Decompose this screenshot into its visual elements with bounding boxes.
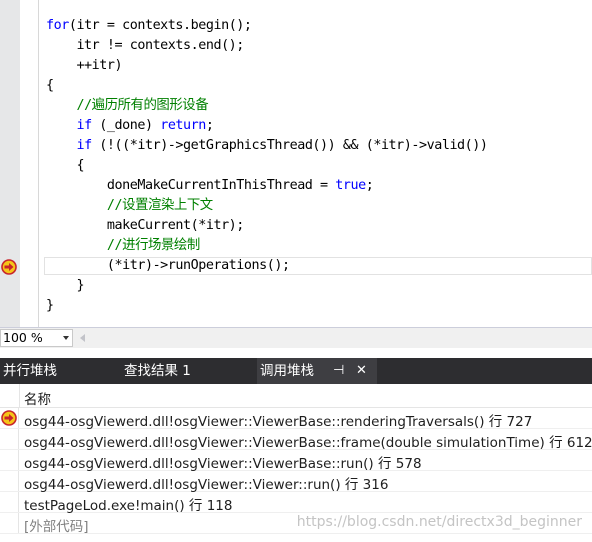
- row-icon-cell: [0, 513, 19, 533]
- code-editor[interactable]: for(itr = contexts.begin(); itr != conte…: [0, 0, 592, 327]
- code-token: (_done): [91, 118, 161, 133]
- code-line[interactable]: //进行场景绘制: [46, 236, 488, 256]
- code-token: (!((*itr)->getGraphicsThread()) && (*itr…: [91, 138, 488, 153]
- current-frame-arrow-icon: [1, 410, 17, 426]
- editor-bottom-bar: 100 %: [0, 327, 592, 348]
- chevron-down-icon: [63, 336, 69, 340]
- code-token: ;: [205, 118, 214, 133]
- column-separator[interactable]: [19, 384, 20, 408]
- code-comment: //遍历所有的图形设备: [76, 98, 209, 113]
- grid-header: 名称: [0, 384, 592, 408]
- close-icon[interactable]: ✕: [356, 358, 367, 384]
- row-icon-cell: [0, 450, 19, 470]
- code-line[interactable]: {: [46, 156, 488, 176]
- tab-strip: 并行堆栈 查找结果 1 调用堆栈 ⊣ ✕: [0, 358, 592, 384]
- code-token: makeCurrent(*itr);: [46, 218, 244, 233]
- code-line[interactable]: (*itr)->runOperations();: [46, 256, 488, 276]
- tool-window-tabbar: 并行堆栈 查找结果 1 调用堆栈 ⊣ ✕: [0, 348, 592, 384]
- code-token: }: [46, 278, 85, 293]
- code-keyword: if: [76, 138, 92, 153]
- scroll-left-icon[interactable]: [80, 334, 85, 342]
- pin-icon[interactable]: ⊣: [333, 358, 344, 384]
- code-token: ;: [365, 178, 374, 193]
- call-stack-row[interactable]: osg44-osgViewerd.dll!osgViewer::Viewer::…: [0, 471, 592, 493]
- code-line[interactable]: //设置渲染上下文: [46, 196, 488, 216]
- code-token: {: [46, 158, 85, 173]
- call-stack-frame: osg44-osgViewerd.dll!osgViewer::ViewerBa…: [24, 435, 592, 451]
- code-keyword: if: [76, 118, 92, 133]
- external-code-frame: [外部代码]: [24, 519, 89, 535]
- call-stack-frame: osg44-osgViewerd.dll!osgViewer::ViewerBa…: [24, 414, 533, 430]
- tab-parallel-stacks[interactable]: 并行堆栈: [0, 358, 100, 384]
- tab-find-results-1[interactable]: 查找结果 1: [121, 358, 231, 384]
- code-line[interactable]: makeCurrent(*itr);: [46, 216, 488, 236]
- call-stack-grid: 名称 osg44-osgViewerd.dll!osgViewer::Viewe…: [0, 384, 592, 542]
- code-line[interactable]: ++itr): [46, 56, 488, 76]
- call-stack-row[interactable]: osg44-osgViewerd.dll!osgViewer::ViewerBa…: [0, 408, 592, 430]
- editor-gutter[interactable]: [0, 0, 20, 327]
- code-line[interactable]: }: [46, 276, 488, 296]
- tab-label: 查找结果 1: [124, 363, 191, 379]
- current-statement-arrow-icon: [1, 259, 17, 275]
- code-token: {: [46, 78, 54, 93]
- call-stack-frame: osg44-osgViewerd.dll!osgViewer::ViewerBa…: [24, 456, 422, 472]
- watermark-text: https://blog.csdn.net/directx3d_beginner: [296, 514, 582, 530]
- call-stack-row[interactable]: testPageLod.exe!main() 行 118: [0, 492, 592, 514]
- call-stack-frame: testPageLod.exe!main() 行 118: [24, 498, 233, 514]
- code-keyword: true: [335, 178, 366, 193]
- code-line[interactable]: }: [46, 296, 488, 316]
- code-line[interactable]: if (!((*itr)->getGraphicsThread()) && (*…: [46, 136, 488, 156]
- code-token: doneMakeCurrentInThisThread =: [46, 178, 336, 193]
- row-icon-cell: [0, 471, 19, 491]
- code-token: ++itr): [46, 58, 123, 73]
- column-header-name[interactable]: 名称: [24, 388, 51, 408]
- code-keyword: for: [46, 18, 69, 33]
- editor-margin-separator: [38, 0, 39, 327]
- row-icon-cell: [0, 408, 19, 428]
- code-line[interactable]: if (_done) return;: [46, 116, 488, 136]
- code-comment: //进行场景绘制: [106, 238, 200, 253]
- code-keyword: return: [160, 118, 206, 133]
- code-text[interactable]: for(itr = contexts.begin(); itr != conte…: [46, 16, 488, 316]
- tab-label: 并行堆栈: [3, 363, 57, 379]
- code-token: (*itr)->runOperations();: [46, 258, 290, 273]
- code-line[interactable]: itr != contexts.end();: [46, 36, 488, 56]
- zoom-value: 100 %: [3, 330, 43, 345]
- row-icon-cell: [0, 429, 19, 449]
- call-stack-row[interactable]: osg44-osgViewerd.dll!osgViewer::ViewerBa…: [0, 450, 592, 472]
- row-icon-cell: [0, 492, 19, 512]
- code-token: (itr = contexts.begin();: [68, 18, 252, 33]
- code-line[interactable]: doneMakeCurrentInThisThread = true;: [46, 176, 488, 196]
- code-comment: //设置渲染上下文: [106, 198, 213, 213]
- code-line[interactable]: {: [46, 76, 488, 96]
- code-token: itr != contexts.end();: [46, 38, 244, 53]
- call-stack-frame: osg44-osgViewerd.dll!osgViewer::Viewer::…: [24, 477, 389, 493]
- tab-label: 调用堆栈: [260, 363, 314, 379]
- code-token: }: [46, 298, 54, 313]
- call-stack-row[interactable]: osg44-osgViewerd.dll!osgViewer::ViewerBa…: [0, 429, 592, 451]
- code-line[interactable]: for(itr = contexts.begin();: [46, 16, 488, 36]
- zoom-dropdown[interactable]: 100 %: [0, 329, 73, 347]
- code-line[interactable]: //遍历所有的图形设备: [46, 96, 488, 116]
